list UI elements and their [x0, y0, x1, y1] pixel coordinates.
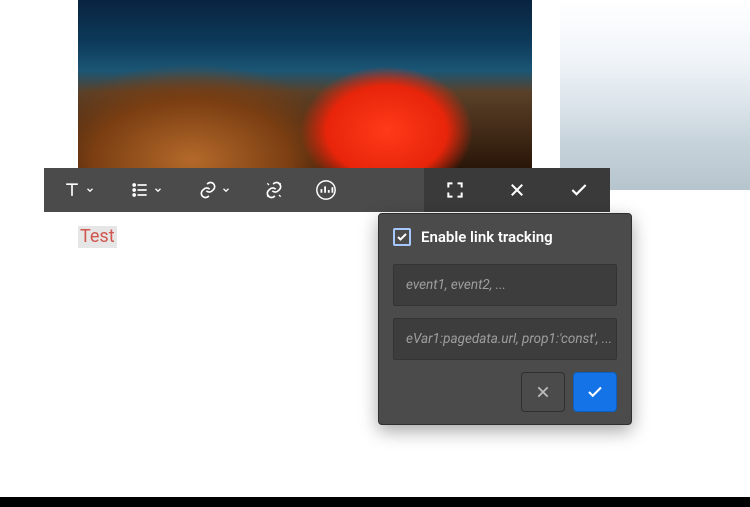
toolbar-right-group — [424, 168, 610, 212]
unlink-icon — [264, 180, 284, 200]
enable-tracking-label: Enable link tracking — [421, 228, 553, 246]
rte-toolbar — [44, 168, 610, 212]
popover-confirm-button[interactable] — [573, 372, 617, 412]
popover-button-row — [393, 372, 617, 412]
hero-image-snow — [560, 0, 750, 190]
chevron-down-icon — [153, 185, 163, 195]
analytics-icon — [315, 179, 337, 201]
evars-placeholder: eVar1:pagedata.url, prop1:'const', ... — [406, 331, 612, 347]
fullscreen-button[interactable] — [424, 168, 486, 212]
text-style-dropdown[interactable] — [44, 168, 112, 212]
events-input[interactable]: event1, event2, ... — [393, 264, 617, 306]
enable-tracking-checkbox[interactable] — [393, 228, 411, 246]
check-icon — [569, 180, 589, 200]
toolbar-confirm-button[interactable] — [548, 168, 610, 212]
text-icon — [62, 180, 82, 200]
list-style-dropdown[interactable] — [112, 168, 180, 212]
sample-text[interactable]: Test — [78, 226, 117, 248]
bottom-bar — [0, 497, 750, 507]
unlink-button[interactable] — [248, 168, 300, 212]
link-icon — [198, 180, 218, 200]
close-icon — [535, 384, 551, 400]
enable-tracking-row: Enable link tracking — [393, 228, 617, 246]
toolbar-close-button[interactable] — [486, 168, 548, 212]
check-icon — [586, 383, 604, 401]
evars-input[interactable]: eVar1:pagedata.url, prop1:'const', ... — [393, 318, 617, 360]
close-icon — [508, 181, 526, 199]
chevron-down-icon — [221, 185, 231, 195]
popover-cancel-button[interactable] — [521, 372, 565, 412]
link-dropdown[interactable] — [180, 168, 248, 212]
chevron-down-icon — [85, 185, 95, 195]
events-placeholder: event1, event2, ... — [406, 277, 506, 293]
link-tracking-popover: Enable link tracking event1, event2, ...… — [378, 213, 632, 425]
fullscreen-icon — [445, 180, 465, 200]
analytics-button[interactable] — [300, 168, 352, 212]
hero-image-tent — [78, 0, 532, 168]
list-icon — [130, 180, 150, 200]
check-icon — [396, 231, 408, 243]
